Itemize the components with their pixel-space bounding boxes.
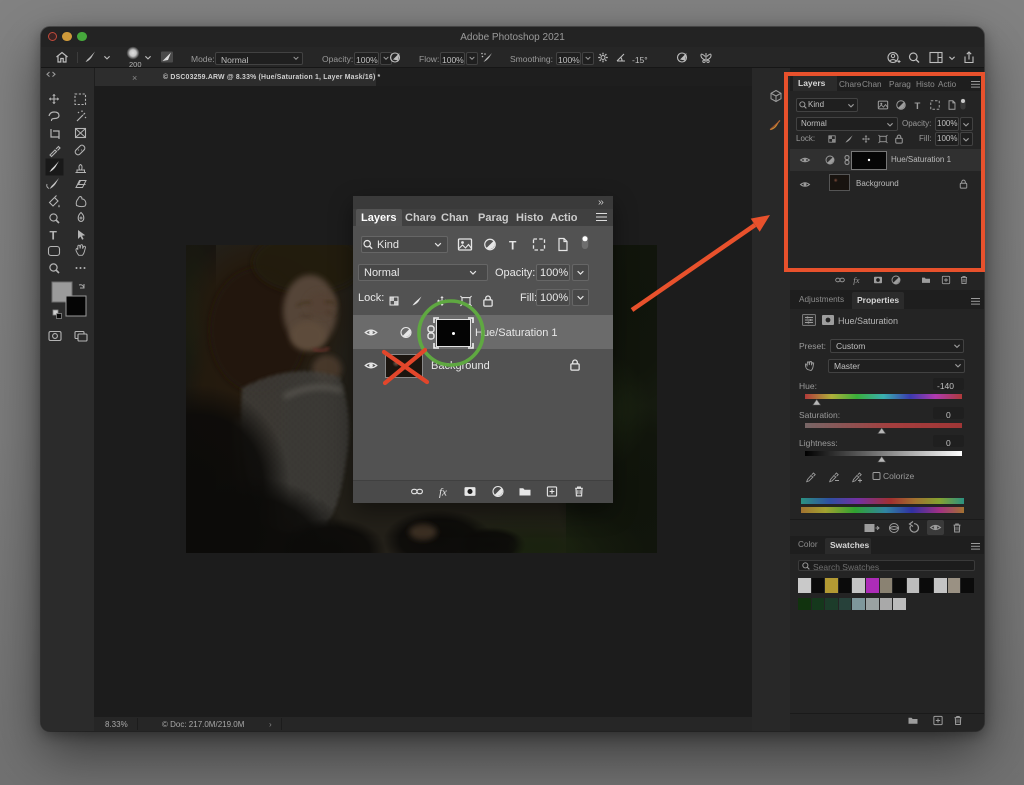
svg-text:T: T xyxy=(509,239,517,253)
svg-text:T: T xyxy=(915,101,921,112)
svg-text:T: T xyxy=(50,229,58,243)
